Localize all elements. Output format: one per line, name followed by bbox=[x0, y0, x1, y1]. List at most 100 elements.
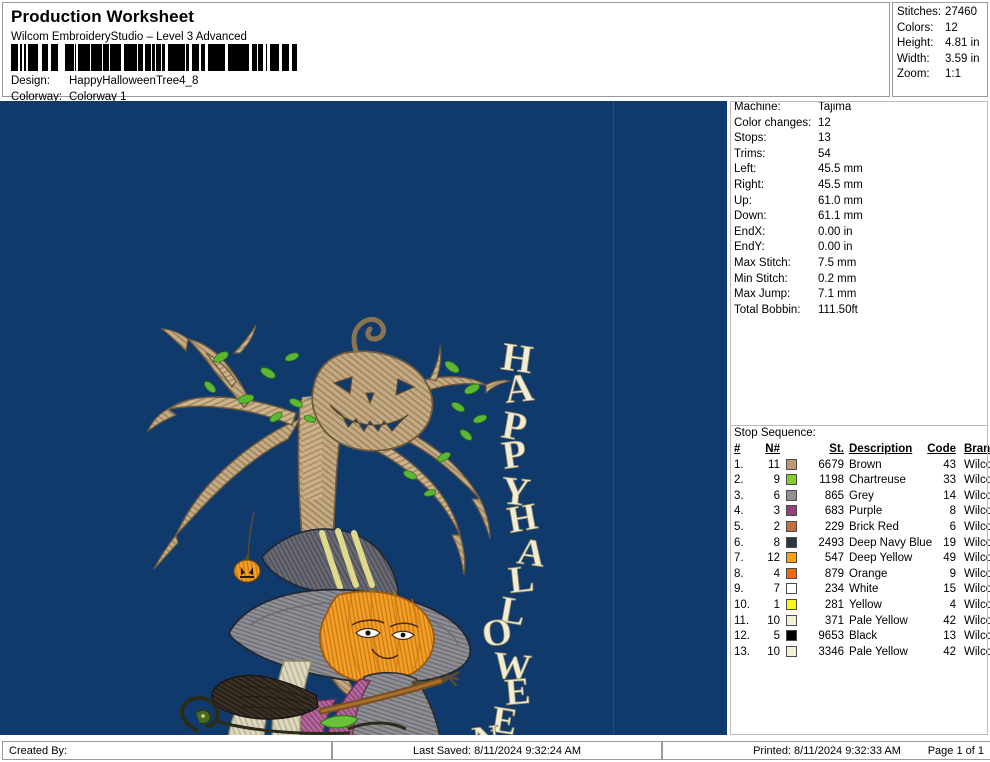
table-row[interactable]: 11. 10 371 Pale Yellow 42 Wilcom bbox=[730, 614, 990, 631]
summary-info-box: Stitches: 27460 Colors: 12 Height: 4.81 in Wid… bbox=[892, 2, 988, 97]
cell-description: Brick Red bbox=[849, 520, 899, 533]
color-swatch bbox=[786, 614, 797, 626]
cell-num: 9. bbox=[734, 583, 744, 596]
cell-num: 6. bbox=[734, 536, 744, 549]
header-brand: Brand bbox=[964, 443, 990, 455]
cell-num: 7. bbox=[734, 552, 744, 565]
table-row[interactable]: 7. 12 547 Deep Yellow 49 Wilcom bbox=[730, 552, 990, 568]
cell-needle: 4 bbox=[773, 567, 780, 580]
cell-stitches: 9653 bbox=[818, 630, 844, 643]
stop-sequence-caption: Stop Sequence: bbox=[734, 427, 816, 439]
cell-stitches: 547 bbox=[824, 552, 844, 565]
stat-key: Total Bobbin: bbox=[734, 303, 801, 316]
cell-description: White bbox=[849, 583, 879, 596]
table-row[interactable]: 4. 3 683 Purple 8 Wilcom bbox=[730, 505, 990, 521]
table-header-row: # N# St. Description Code Brand bbox=[730, 443, 990, 459]
stat-row: EndY: 0.00 in bbox=[730, 241, 988, 257]
stat-row: Total Bobbin: 111.50ft bbox=[730, 304, 988, 320]
cell-num: 11. bbox=[734, 614, 750, 627]
cell-needle: 2 bbox=[773, 520, 780, 533]
cell-brand: Wilcom bbox=[964, 458, 990, 471]
color-swatch bbox=[786, 598, 797, 610]
table-row[interactable]: 12. 5 9653 Black 13 Wilcom bbox=[730, 630, 990, 646]
cell-description: Chartreuse bbox=[849, 474, 906, 487]
color-swatch bbox=[786, 552, 797, 564]
stat-value: 0.00 in bbox=[818, 225, 853, 238]
design-label: Design: bbox=[11, 75, 50, 87]
table-row[interactable]: 3. 6 865 Grey 14 Wilcom bbox=[730, 489, 990, 506]
summary-row: Stitches: 27460 bbox=[893, 6, 987, 22]
cell-description: Purple bbox=[849, 505, 883, 518]
color-swatch bbox=[786, 645, 797, 657]
production-worksheet-page: Production Worksheet Wilcom EmbroiderySt… bbox=[0, 0, 990, 762]
color-swatch bbox=[786, 567, 797, 579]
cell-code: 4 bbox=[949, 598, 956, 611]
stat-key: Trims: bbox=[734, 147, 766, 160]
summary-key: Stitches: bbox=[897, 6, 942, 18]
stat-key: Max Stitch: bbox=[734, 256, 791, 269]
stat-row: Left: 45.5 mm bbox=[730, 163, 988, 179]
stop-sequence-rows: 1.116679Brown43Wilcom2.91198Chartreuse33… bbox=[730, 458, 990, 662]
cell-stitches: 234 bbox=[824, 583, 844, 596]
table-row[interactable]: 6.82493Deep Navy Blue19Wilcom bbox=[730, 536, 990, 553]
header: Production Worksheet Wilcom EmbroiderySt… bbox=[0, 0, 990, 103]
cell-description: Grey bbox=[849, 489, 874, 502]
color-swatch bbox=[786, 489, 797, 501]
cell-description: Black bbox=[849, 630, 878, 643]
cell-code: 9 bbox=[949, 567, 956, 580]
color-swatch bbox=[786, 583, 797, 595]
stat-row: Up: 61.0 mm bbox=[730, 195, 988, 211]
cell-num: 4. bbox=[734, 505, 744, 518]
cell-code: 8 bbox=[949, 505, 956, 518]
summary-rows: Stitches: 27460 Colors: 12 Height: 4.81 in Wid… bbox=[893, 3, 987, 84]
footer: Created By: Last Saved: 8/11/2024 9:32:2… bbox=[0, 741, 990, 760]
cell-brand: Wilcom bbox=[964, 583, 990, 596]
cell-description: Pale Yellow bbox=[849, 614, 908, 627]
footer-created-by-text: Created By: bbox=[9, 744, 68, 757]
stat-key: Min Stitch: bbox=[734, 272, 788, 285]
summary-row: Height: 4.81 in bbox=[893, 37, 987, 53]
cell-stitches: 1198 bbox=[819, 474, 844, 487]
stat-row: Right: 45.5 mm bbox=[730, 179, 988, 195]
cell-code: 6 bbox=[949, 520, 956, 533]
cell-brand: Wilcom bbox=[964, 567, 990, 580]
summary-value: 1:1 bbox=[945, 68, 961, 80]
table-row[interactable]: 5. 2 229 Brick Red 6 Wilcom bbox=[730, 520, 990, 537]
info-panel: Machine: Tajima Color changes: 12 Stops: 13 Tr… bbox=[730, 101, 990, 735]
stat-value: 7.1 mm bbox=[818, 288, 857, 301]
header-needle: N# bbox=[765, 443, 780, 455]
stat-key: Stops: bbox=[734, 132, 767, 145]
cell-num: 3. bbox=[734, 489, 744, 502]
svg-text:N: N bbox=[470, 717, 502, 735]
summary-row: Zoom: 1:1 bbox=[893, 68, 987, 84]
stat-value: 0.00 in bbox=[818, 241, 853, 254]
stat-key: Machine: bbox=[734, 101, 781, 113]
cell-brand: Wilcom bbox=[964, 630, 990, 643]
cell-stitches: 6679 bbox=[818, 458, 844, 471]
cell-stitches: 683 bbox=[824, 505, 844, 518]
cell-stitches: 281 bbox=[824, 598, 844, 611]
footer-last-saved-text: Last Saved: 8/11/2024 9:32:24 AM bbox=[413, 744, 581, 757]
table-row[interactable]: 10. 1 281 Yellow 4 Wilcom bbox=[730, 598, 990, 615]
cell-description: Orange bbox=[849, 567, 888, 580]
header-description: Description bbox=[849, 443, 913, 455]
stat-key: Max Jump: bbox=[734, 288, 791, 301]
color-swatch bbox=[786, 474, 797, 486]
header-stitches: St. bbox=[829, 443, 844, 455]
table-row[interactable]: 13. 10 3346 Pale Yellow 42 Wilcom bbox=[730, 645, 990, 662]
cell-brand: Wilcom bbox=[964, 614, 990, 627]
stat-row: Trims: 54 bbox=[730, 148, 988, 164]
stat-value: 61.1 mm bbox=[818, 210, 863, 223]
stat-value: 0.2 mm bbox=[818, 272, 857, 285]
stat-row: Max Jump: 7.1 mm bbox=[730, 288, 988, 304]
design-canvas[interactable]: H A P P Y H A L L O W E E N bbox=[0, 101, 727, 735]
table-row[interactable]: 8. 4 879 Orange 9 Wilcom bbox=[730, 567, 990, 584]
stat-value: 111.50ft bbox=[818, 303, 858, 316]
table-row[interactable]: 2. 9 1198 Chartreuse 33 Wilcom bbox=[730, 474, 990, 490]
summary-value: 4.81 in bbox=[945, 37, 980, 49]
cell-stitches: 2493 bbox=[818, 536, 844, 549]
table-row[interactable]: 9. 7 234 White 15 Wilcom bbox=[730, 583, 990, 599]
table-row[interactable]: 1. 11 6679 Brown 43 Wilcom bbox=[730, 458, 990, 475]
cell-stitches: 3346 bbox=[818, 645, 844, 658]
stat-value: 13 bbox=[818, 132, 831, 145]
